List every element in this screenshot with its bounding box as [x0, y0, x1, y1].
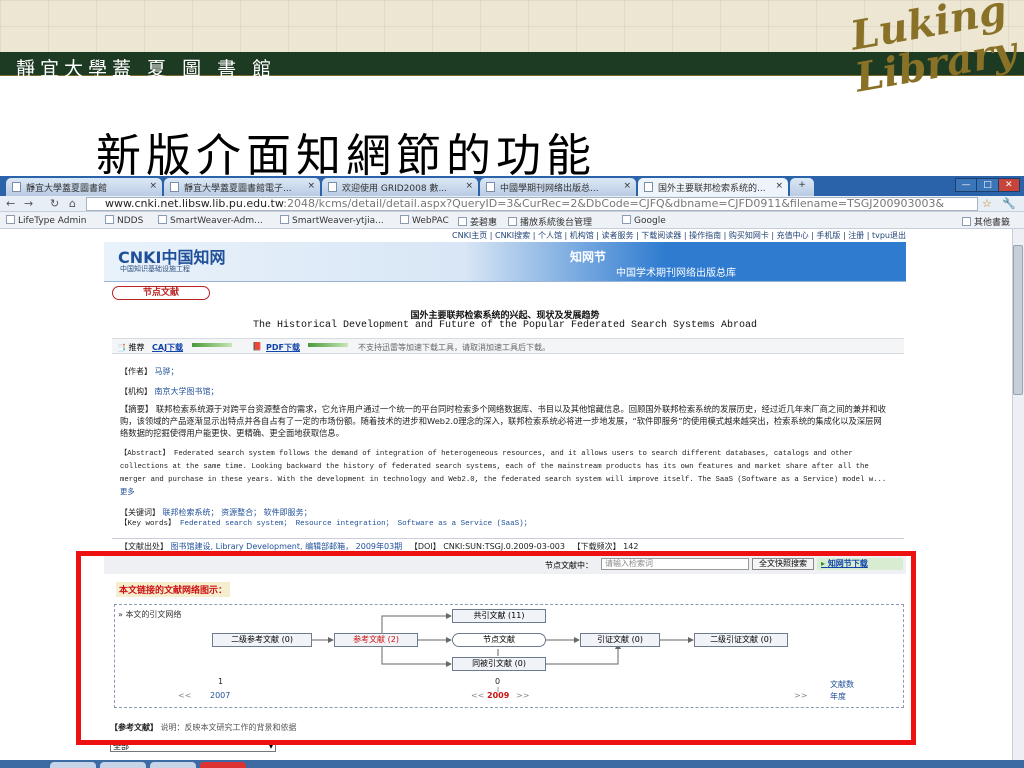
taskbar-button[interactable] — [50, 762, 96, 768]
taskbar-button[interactable] — [200, 762, 246, 768]
highlight-frame — [76, 551, 916, 745]
taskbar-button[interactable] — [100, 762, 146, 768]
taskbar-button[interactable] — [150, 762, 196, 768]
